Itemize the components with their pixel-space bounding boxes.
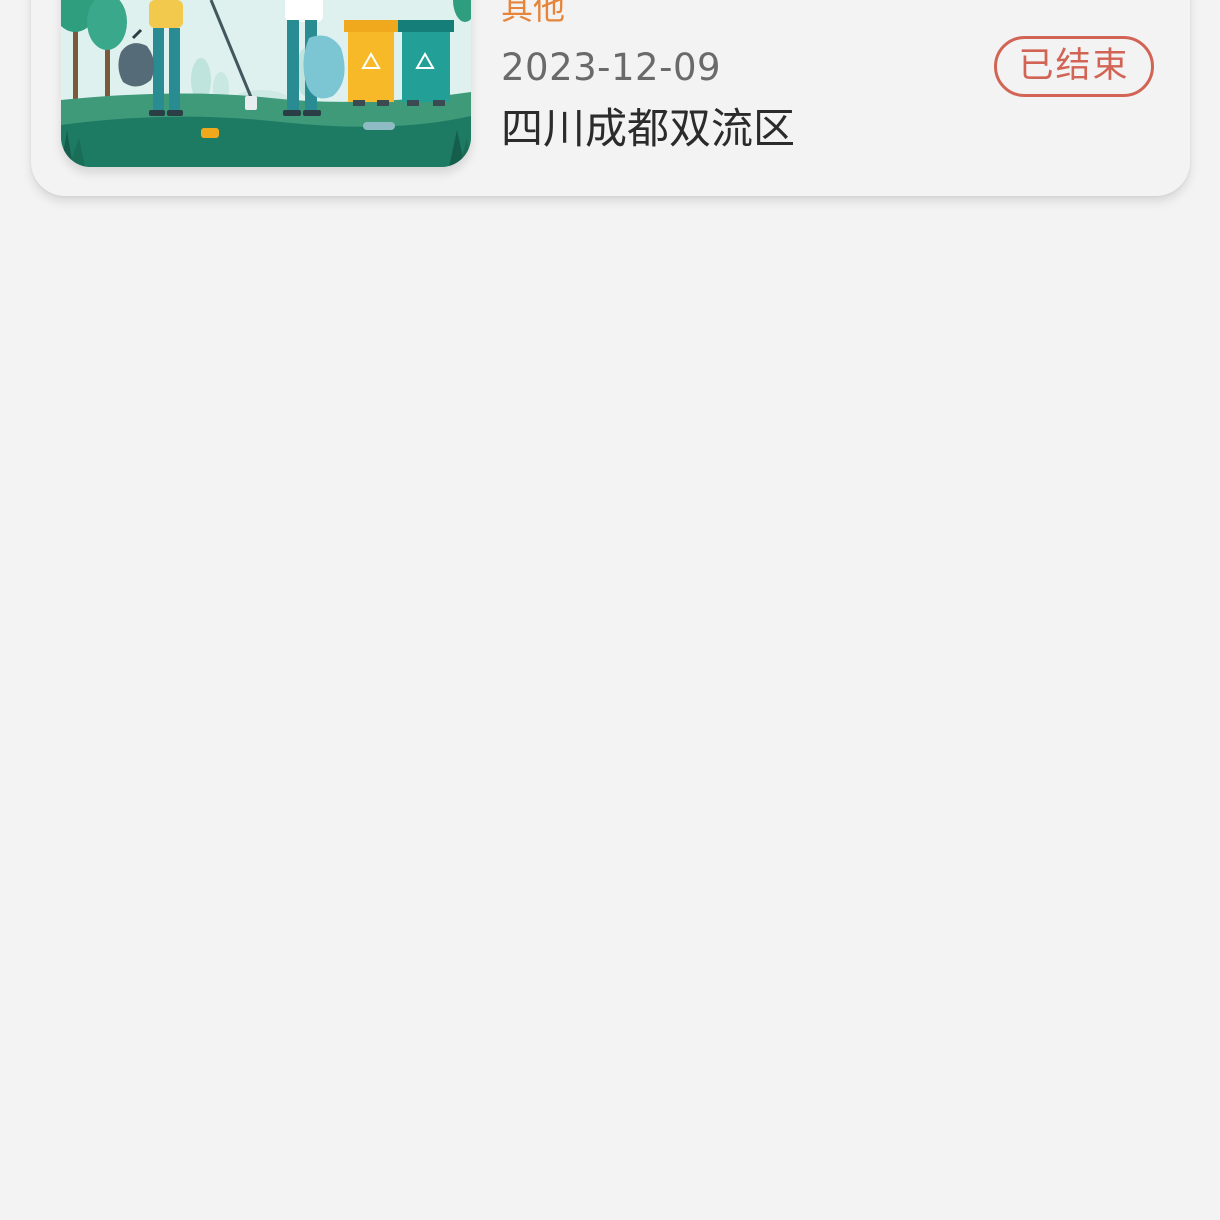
page: 其他 2023-12-09 四川成都双流区 已结束 — [0, 0, 1220, 1220]
activity-card[interactable]: 其他 2023-12-09 四川成都双流区 已结束 — [31, 0, 1190, 196]
activity-category: 其他 — [501, 0, 566, 27]
activity-location: 四川成都双流区 — [501, 104, 796, 153]
volunteers-cleanup-illustration — [61, 0, 471, 167]
activity-date: 2023-12-09 — [501, 46, 722, 89]
status-badge: 已结束 — [994, 36, 1154, 97]
activity-image — [61, 0, 471, 167]
